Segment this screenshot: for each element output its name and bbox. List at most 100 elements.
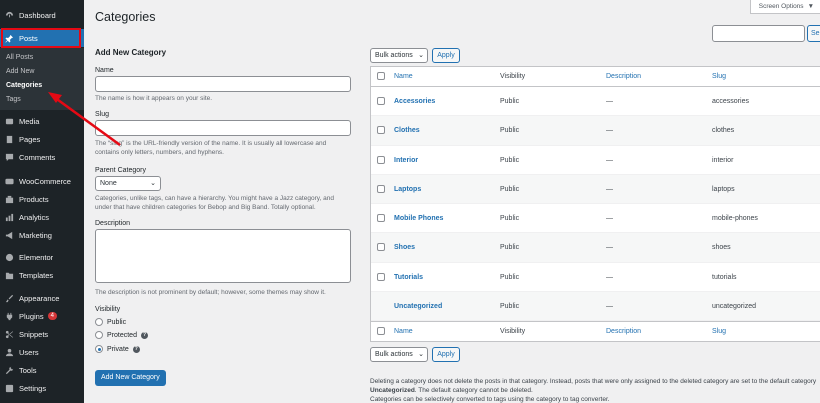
row-checkbox[interactable] xyxy=(377,126,385,135)
sidebar-item-marketing[interactable]: Marketing xyxy=(0,226,84,244)
category-name-link[interactable]: Clothes xyxy=(394,127,420,134)
column-name[interactable]: Name xyxy=(394,328,413,335)
add-new-category-button[interactable]: Add New Category xyxy=(95,370,166,386)
sidebar-item-woocommerce[interactable]: WooCommerce xyxy=(0,172,84,190)
search-categories-input[interactable] xyxy=(712,25,805,42)
apply-button-bottom[interactable]: Apply xyxy=(432,347,460,362)
table-row[interactable]: Accessories Public — accessories xyxy=(371,87,820,117)
column-visibility: Visibility xyxy=(500,328,526,336)
row-checkbox[interactable] xyxy=(377,272,385,281)
category-visibility: Public xyxy=(500,156,520,164)
sidebar-item-label: Marketing xyxy=(19,230,52,240)
radio-protected-label: Protected xyxy=(107,331,137,339)
category-name-link[interactable]: Uncategorized xyxy=(394,303,442,310)
bulk-actions-select-top[interactable]: Bulk actions ⌄ xyxy=(370,48,428,63)
column-slug[interactable]: Slug xyxy=(712,328,726,335)
table-row[interactable]: Shoes Public — shoes xyxy=(371,233,820,263)
help-icon[interactable]: ? xyxy=(132,345,140,353)
slug-field[interactable] xyxy=(95,120,351,136)
visibility-public-option[interactable]: Public xyxy=(95,318,126,326)
category-slug: tutorials xyxy=(712,273,737,281)
posts-submenu: All Posts Add New Categories Tags xyxy=(0,48,84,110)
row-checkbox[interactable] xyxy=(377,243,385,252)
select-all-checkbox[interactable] xyxy=(377,72,385,80)
name-field[interactable] xyxy=(95,76,351,92)
sidebar-item-users[interactable]: Users xyxy=(0,343,84,361)
folder-icon xyxy=(5,271,14,280)
caret-down-icon: ▼ xyxy=(807,3,814,10)
sidebar-item-label: Comments xyxy=(19,152,56,162)
visibility-protected-option[interactable]: Protected ? xyxy=(95,331,148,339)
apply-button-top[interactable]: Apply xyxy=(432,48,460,63)
note-line-2: Uncategorized. The default category cann… xyxy=(370,386,820,395)
radio-protected[interactable] xyxy=(95,331,103,339)
category-visibility: Public xyxy=(500,127,520,135)
submenu-add-new[interactable]: Add New xyxy=(6,68,34,75)
elementor-icon xyxy=(5,253,14,262)
category-name-link[interactable]: Laptops xyxy=(394,186,421,193)
posts-highlight-box xyxy=(1,28,81,48)
column-visibility: Visibility xyxy=(500,73,526,80)
screen-options-button[interactable]: Screen Options ▼ xyxy=(749,0,820,14)
sidebar-item-tools[interactable]: Tools xyxy=(0,361,84,379)
table-row[interactable]: Uncategorized Public — uncategorized xyxy=(371,292,820,322)
category-name-link[interactable]: Tutorials xyxy=(394,274,423,281)
sidebar-item-comments[interactable]: Comments xyxy=(0,148,84,166)
row-checkbox[interactable] xyxy=(377,97,385,105)
table-row[interactable]: Laptops Public — laptops xyxy=(371,174,820,205)
table-row[interactable]: Tutorials Public — tutorials xyxy=(371,263,820,293)
table-row[interactable]: Interior Public — interior xyxy=(371,146,820,175)
bulk-actions-select-bottom[interactable]: Bulk actions ⌄ xyxy=(370,347,428,362)
parent-category-select[interactable]: None ⌄ xyxy=(95,176,161,191)
table-footer-row: Name Visibility Description Slug xyxy=(371,321,820,342)
sidebar-item-label: Templates xyxy=(19,270,54,280)
category-visibility: Public xyxy=(500,244,520,252)
submenu-all-posts[interactable]: All Posts xyxy=(6,54,33,61)
sidebar-item-label: Appearance xyxy=(19,293,60,303)
row-checkbox[interactable] xyxy=(377,184,385,193)
sidebar-item-elementor[interactable]: Elementor xyxy=(0,248,84,266)
sidebar-item-plugins[interactable]: Plugins 4 xyxy=(0,307,84,325)
slug-desc-line-2: contains only letters, numbers, and hyph… xyxy=(95,149,224,156)
bulk-actions-label: Bulk actions xyxy=(375,52,413,59)
column-slug[interactable]: Slug xyxy=(712,73,726,80)
category-description: — xyxy=(606,185,613,193)
sidebar-item-analytics[interactable]: Analytics xyxy=(0,208,84,226)
row-checkbox[interactable] xyxy=(377,155,385,164)
plugin-updates-badge: 4 xyxy=(47,312,57,320)
table-row[interactable]: Mobile Phones Public — mobile-phones xyxy=(371,204,820,234)
sidebar-item-settings[interactable]: Settings xyxy=(0,379,84,397)
sidebar-item-label: Plugins xyxy=(19,311,44,321)
radio-private[interactable] xyxy=(95,345,103,353)
media-icon xyxy=(5,117,14,126)
submenu-categories[interactable]: Categories xyxy=(6,82,42,89)
column-description[interactable]: Description xyxy=(606,73,641,80)
search-categories-button[interactable]: Se xyxy=(807,25,820,42)
select-all-checkbox-bottom[interactable] xyxy=(377,327,385,336)
sidebar-item-dashboard[interactable]: Dashboard xyxy=(0,6,84,24)
visibility-private-option[interactable]: Private ? xyxy=(95,345,140,353)
sidebar-item-pages[interactable]: Pages xyxy=(0,130,84,148)
radio-private-label: Private xyxy=(107,345,129,353)
wrench-icon xyxy=(5,366,14,375)
sidebar-item-templates[interactable]: Templates xyxy=(0,266,84,284)
note-line-2-rest: . The default category cannot be deleted… xyxy=(414,387,533,394)
sidebar-item-appearance[interactable]: Appearance xyxy=(0,289,84,307)
category-name-link[interactable]: Shoes xyxy=(394,244,415,251)
category-name-link[interactable]: Interior xyxy=(394,157,418,164)
row-checkbox[interactable] xyxy=(377,214,385,223)
sidebar-item-products[interactable]: Products xyxy=(0,190,84,208)
sidebar-item-snippets[interactable]: Snippets xyxy=(0,325,84,343)
table-row[interactable]: Clothes Public — clothes xyxy=(371,116,820,146)
category-name-link[interactable]: Mobile Phones xyxy=(394,215,443,222)
category-name-link[interactable]: Accessories xyxy=(394,98,435,105)
column-description[interactable]: Description xyxy=(606,328,641,335)
sidebar-item-media[interactable]: Media xyxy=(0,112,84,130)
radio-public[interactable] xyxy=(95,318,103,326)
category-description: — xyxy=(606,303,613,311)
category-visibility: Public xyxy=(500,273,520,281)
help-icon[interactable]: ? xyxy=(140,331,148,339)
submenu-tags[interactable]: Tags xyxy=(6,96,21,103)
description-textarea[interactable] xyxy=(95,229,351,283)
column-name[interactable]: Name xyxy=(394,73,413,80)
